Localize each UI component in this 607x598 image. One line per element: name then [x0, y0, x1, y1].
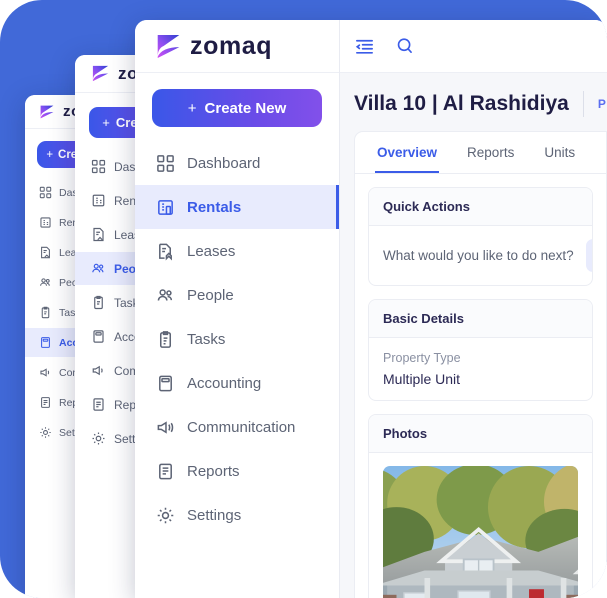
property-type-value: Multiple Unit [383, 371, 461, 387]
dashboard-grid-icon [91, 159, 106, 174]
dashboard-grid-icon [156, 154, 175, 173]
megaphone-icon [91, 363, 106, 378]
gear-icon [91, 431, 106, 446]
lease-document-icon [39, 246, 52, 259]
building-icon [91, 193, 106, 208]
sidebar-item-label: Communitcation [187, 418, 296, 436]
clipboard-icon [91, 295, 106, 310]
quick-action-button[interactable]: N [585, 239, 592, 272]
tab-bar: Overview Reports Units [355, 132, 606, 174]
create-new-label: Create New [204, 99, 287, 117]
sidebar-item-label: Rentals [187, 198, 242, 216]
sidebar-item-label: Tasks [187, 330, 226, 348]
active-indicator [336, 185, 339, 229]
tab-label: Units [544, 145, 576, 160]
accounting-calculator-icon [91, 329, 106, 344]
quick-actions-prompt: What would you like to do next? [383, 248, 574, 263]
accounting-calculator-icon [39, 336, 52, 349]
property-type-label: Property Type [383, 351, 461, 365]
basic-details-card: Basic Details Property Type Multiple Uni… [368, 299, 593, 401]
sidebar-item-leases[interactable]: Leases [135, 229, 339, 273]
detail-panel: Overview Reports Units Quick Actions Wha… [354, 131, 607, 598]
status-badge: P [597, 97, 606, 111]
sidebar-item-communication[interactable]: Communitcation [135, 405, 339, 449]
plus-icon: + [46, 148, 54, 161]
zomaq-z-logo-icon [92, 65, 109, 82]
tab-overview[interactable]: Overview [375, 132, 440, 173]
accounting-calculator-icon [156, 374, 175, 393]
quick-actions-title: Quick Actions [369, 188, 592, 226]
quick-actions-card: Quick Actions What would you like to do … [368, 187, 593, 286]
divider [582, 91, 584, 117]
brand-logo-front: zomaq [135, 20, 339, 73]
clipboard-icon [156, 330, 175, 349]
photos-title: Photos [369, 415, 592, 453]
page-header: Villa 10 | Al Rashidiya P [340, 73, 607, 131]
tab-reports[interactable]: Reports [465, 132, 516, 173]
sidebar-front: zomaq + Create New Dashboard Rentals Lea… [135, 20, 340, 598]
app-window-front[interactable]: zomaq + Create New Dashboard Rentals Lea… [135, 20, 607, 598]
tab-units[interactable]: Units [542, 132, 577, 173]
create-new-button[interactable]: + Create New [152, 89, 322, 127]
sidebar-item-label: Reports [187, 462, 240, 480]
lease-document-icon [156, 242, 175, 261]
suburban-house-photo[interactable] [383, 466, 578, 598]
dashboard-grid-icon [39, 186, 52, 199]
megaphone-icon [39, 366, 52, 379]
report-document-icon [39, 396, 52, 409]
zomaq-z-logo-icon [157, 34, 180, 58]
building-icon [156, 198, 175, 217]
people-icon [156, 286, 175, 305]
sidebar-item-label: Accounting [187, 374, 262, 392]
plus-icon: + [102, 115, 110, 130]
basic-details-body: Property Type Multiple Unit [369, 338, 592, 400]
sidebar-item-tasks[interactable]: Tasks [135, 317, 339, 361]
sidebar-item-accounting[interactable]: Accounting [135, 361, 339, 405]
photo-gallery [369, 453, 592, 598]
megaphone-icon [156, 418, 175, 437]
page-title: Villa 10 | Al Rashidiya [354, 92, 569, 115]
building-icon [39, 216, 52, 229]
screenshot-canvas: zomaq + Create New Dashboard [0, 0, 607, 598]
content-toolbar [340, 20, 607, 73]
content-area-front: Villa 10 | Al Rashidiya P Overview Repor… [340, 20, 607, 598]
sidebar-item-label: People [187, 286, 234, 304]
quick-actions-body: What would you like to do next? N [369, 226, 592, 285]
photos-card: Photos [368, 414, 593, 598]
basic-details-title: Basic Details [369, 300, 592, 338]
sidebar-item-people[interactable]: People [135, 273, 339, 317]
tab-label: Reports [467, 145, 515, 160]
zomaq-z-logo-icon [40, 105, 54, 118]
report-document-icon [156, 462, 175, 481]
gear-icon [156, 506, 175, 525]
clipboard-icon [39, 306, 52, 319]
collapse-sidebar-icon[interactable] [354, 36, 375, 57]
sidebar-item-settings[interactable]: Settings [135, 493, 339, 537]
brand-name-front: zomaq [190, 31, 273, 60]
search-icon[interactable] [395, 36, 415, 56]
people-icon [39, 276, 52, 289]
lease-document-icon [91, 227, 106, 242]
report-document-icon [91, 397, 106, 412]
gear-icon [39, 426, 52, 439]
sidebar-item-label: Settings [187, 506, 242, 524]
sidebar-item-label: Leases [187, 242, 236, 260]
sidebar-item-dashboard[interactable]: Dashboard [135, 141, 339, 185]
tab-label: Overview [377, 145, 438, 160]
sidebar-item-reports[interactable]: Reports [135, 449, 339, 493]
plus-icon: + [187, 99, 197, 117]
sidebar-item-rentals[interactable]: Rentals [135, 185, 339, 229]
sidebar-item-label: Dashboard [187, 154, 261, 172]
people-icon [91, 261, 106, 276]
